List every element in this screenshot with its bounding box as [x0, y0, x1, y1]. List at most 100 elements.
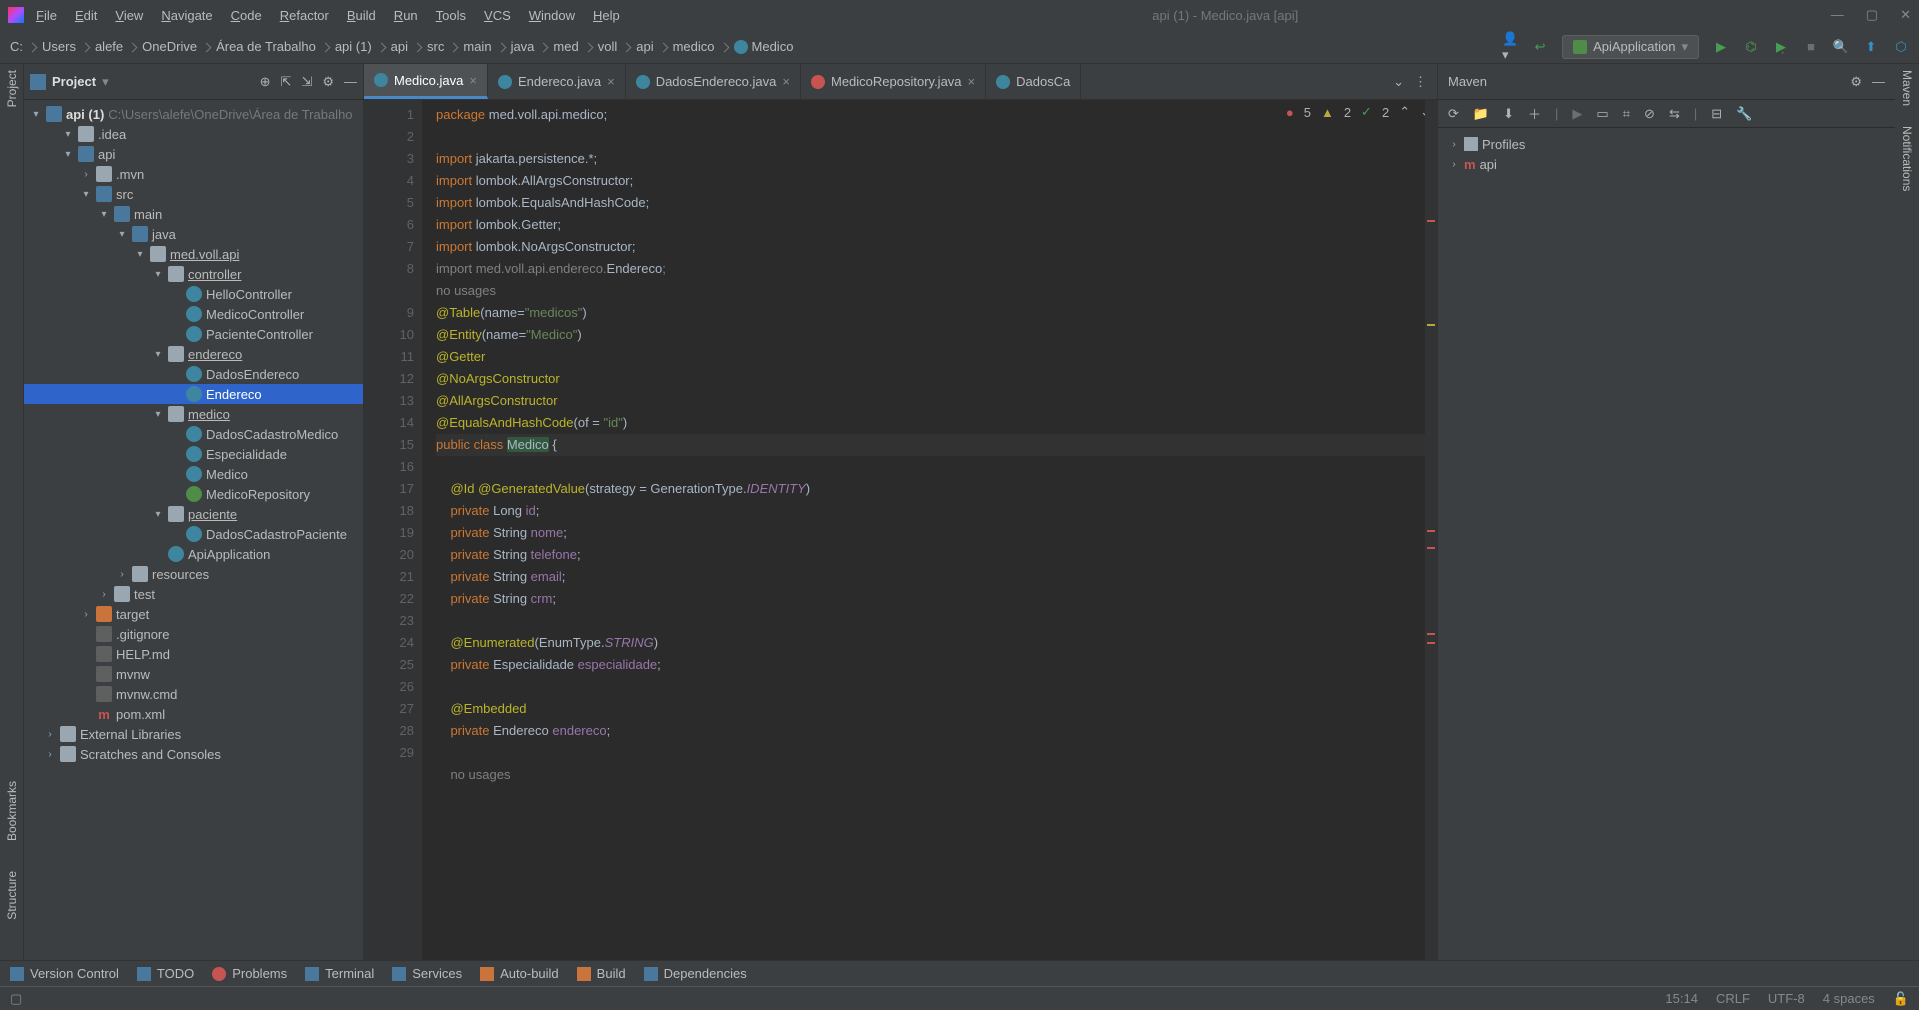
line-separator[interactable]: CRLF: [1716, 991, 1750, 1007]
tree-node[interactable]: ›External Libraries: [24, 724, 363, 744]
skip-tests-icon[interactable]: ⊘: [1644, 106, 1655, 122]
breadcrumb[interactable]: api (1): [335, 39, 385, 54]
minimize-icon[interactable]: —: [1831, 7, 1844, 23]
ai-icon[interactable]: ⬡: [1893, 39, 1909, 55]
tree-node[interactable]: PacienteController: [24, 324, 363, 344]
editor-tab[interactable]: Medico.java×: [364, 64, 488, 99]
tree-node[interactable]: ▾java: [24, 224, 363, 244]
tree-node[interactable]: ▾med.voll.api: [24, 244, 363, 264]
prev-highlight-icon[interactable]: ⌃: [1399, 104, 1410, 120]
line-gutter[interactable]: 1234567891011121314151617181920212223242…: [364, 100, 422, 960]
breadcrumb[interactable]: main: [463, 39, 504, 54]
breadcrumb[interactable]: medico: [673, 39, 728, 54]
editor-tab[interactable]: DadosCa: [986, 64, 1081, 99]
tree-node[interactable]: ›target: [24, 604, 363, 624]
close-icon[interactable]: ✕: [1900, 7, 1911, 23]
menu-refactor[interactable]: Refactor: [280, 8, 329, 23]
tool-structure-tab[interactable]: Structure: [5, 871, 19, 920]
bottom-tab-version-control[interactable]: Version Control: [10, 966, 119, 981]
menu-file[interactable]: File: [36, 8, 57, 23]
collapse-icon[interactable]: ⇲: [301, 74, 312, 90]
editor-tab[interactable]: Endereco.java×: [488, 64, 626, 99]
maven-tree[interactable]: ›Profiles ›mapi: [1438, 128, 1895, 180]
close-tab-icon[interactable]: ×: [968, 74, 976, 89]
tree-node[interactable]: ▾.idea: [24, 124, 363, 144]
generate-icon[interactable]: 📁: [1473, 106, 1489, 122]
tree-root[interactable]: ▾api (1)C:\Users\alefe\OneDrive\Área de …: [24, 104, 363, 124]
tool-bookmarks-tab[interactable]: Bookmarks: [5, 781, 19, 841]
menu-run[interactable]: Run: [394, 8, 418, 23]
tabs-more-icon[interactable]: ⋮: [1414, 74, 1427, 90]
tree-node[interactable]: DadosEndereco: [24, 364, 363, 384]
run-config-selector[interactable]: ApiApplication ▾: [1562, 35, 1699, 59]
breadcrumb[interactable]: alefe: [95, 39, 136, 54]
tree-node[interactable]: MedicoRepository: [24, 484, 363, 504]
expand-icon[interactable]: ⇱: [281, 74, 292, 90]
tree-node[interactable]: mvnw.cmd: [24, 684, 363, 704]
tabs-dropdown-icon[interactable]: ⌄: [1393, 74, 1404, 90]
tree-node[interactable]: ›resources: [24, 564, 363, 584]
tree-node[interactable]: MedicoController: [24, 304, 363, 324]
bottom-tab-problems[interactable]: Problems: [212, 966, 287, 981]
tool-maven-tab[interactable]: Maven: [1900, 70, 1914, 106]
tree-node[interactable]: HelloController: [24, 284, 363, 304]
maximize-icon[interactable]: ▢: [1866, 7, 1878, 23]
breadcrumb[interactable]: Users: [42, 39, 89, 54]
tree-node[interactable]: DadosCadastroMedico: [24, 424, 363, 444]
breadcrumb[interactable]: OneDrive: [142, 39, 210, 54]
breadcrumb[interactable]: api: [391, 39, 421, 54]
tree-node[interactable]: ▾controller: [24, 264, 363, 284]
menu-code[interactable]: Code: [231, 8, 262, 23]
tree-node[interactable]: DadosCadastroPaciente: [24, 524, 363, 544]
close-tab-icon[interactable]: ×: [469, 73, 477, 88]
toggle-offline-icon[interactable]: ⌗: [1623, 106, 1630, 122]
tree-node[interactable]: ›test: [24, 584, 363, 604]
indent-info[interactable]: 4 spaces: [1823, 991, 1875, 1007]
settings-icon[interactable]: ⚙: [322, 74, 334, 90]
add-user-icon[interactable]: 👤▾: [1502, 39, 1518, 55]
updates-icon[interactable]: ⬆: [1863, 39, 1879, 55]
maven-more-icon[interactable]: 🔧: [1736, 106, 1752, 122]
run-maven-icon[interactable]: ▶: [1572, 106, 1582, 122]
tree-node[interactable]: .gitignore: [24, 624, 363, 644]
tree-node[interactable]: HELP.md: [24, 644, 363, 664]
inspection-widget[interactable]: ●5 ▲2 ✓2 ⌃ ⌄: [1286, 104, 1431, 120]
menu-tools[interactable]: Tools: [436, 8, 466, 23]
execute-icon[interactable]: ▭: [1596, 106, 1608, 122]
error-stripe[interactable]: [1425, 100, 1437, 960]
breadcrumb[interactable]: Medico: [734, 39, 794, 55]
bottom-tab-services[interactable]: Services: [392, 966, 462, 981]
tool-project-tab[interactable]: Project: [5, 70, 19, 107]
breadcrumb[interactable]: Área de Trabalho: [216, 39, 329, 54]
menu-navigate[interactable]: Navigate: [161, 8, 212, 23]
add-icon[interactable]: ＋: [1528, 104, 1541, 123]
readonly-toggle-icon[interactable]: 🔓: [1893, 991, 1909, 1007]
maven-hide-icon[interactable]: —: [1872, 74, 1885, 90]
tree-node[interactable]: mvnw: [24, 664, 363, 684]
editor-tab[interactable]: MedicoRepository.java×: [801, 64, 986, 99]
stop-icon[interactable]: ■: [1803, 39, 1819, 55]
tree-node[interactable]: ▾endereco: [24, 344, 363, 364]
bottom-tab-build[interactable]: Build: [577, 966, 626, 981]
maven-settings-icon[interactable]: ⚙: [1850, 74, 1862, 90]
menu-view[interactable]: View: [115, 8, 143, 23]
breadcrumb[interactable]: java: [511, 39, 548, 54]
tree-node[interactable]: ▾main: [24, 204, 363, 224]
tree-node[interactable]: ApiApplication: [24, 544, 363, 564]
breadcrumb[interactable]: med: [553, 39, 591, 54]
file-encoding[interactable]: UTF-8: [1768, 991, 1805, 1007]
bottom-tab-dependencies[interactable]: Dependencies: [644, 966, 747, 981]
download-icon[interactable]: ⬇: [1503, 106, 1514, 122]
close-tab-icon[interactable]: ×: [607, 74, 615, 89]
maven-module[interactable]: api: [1480, 157, 1497, 172]
coverage-icon[interactable]: ▶̣: [1773, 39, 1789, 55]
bottom-tab-todo[interactable]: TODO: [137, 966, 194, 981]
menu-help[interactable]: Help: [593, 8, 620, 23]
bottom-tab-terminal[interactable]: Terminal: [305, 966, 374, 981]
menu-vcs[interactable]: VCS: [484, 8, 511, 23]
tool-notifications-tab[interactable]: Notifications: [1900, 126, 1914, 191]
tree-node[interactable]: ▾medico: [24, 404, 363, 424]
code-editor[interactable]: package med.voll.api.medico; import jaka…: [422, 100, 1437, 960]
view-dropdown-icon[interactable]: ▾: [102, 74, 109, 90]
tree-node[interactable]: ▾api: [24, 144, 363, 164]
